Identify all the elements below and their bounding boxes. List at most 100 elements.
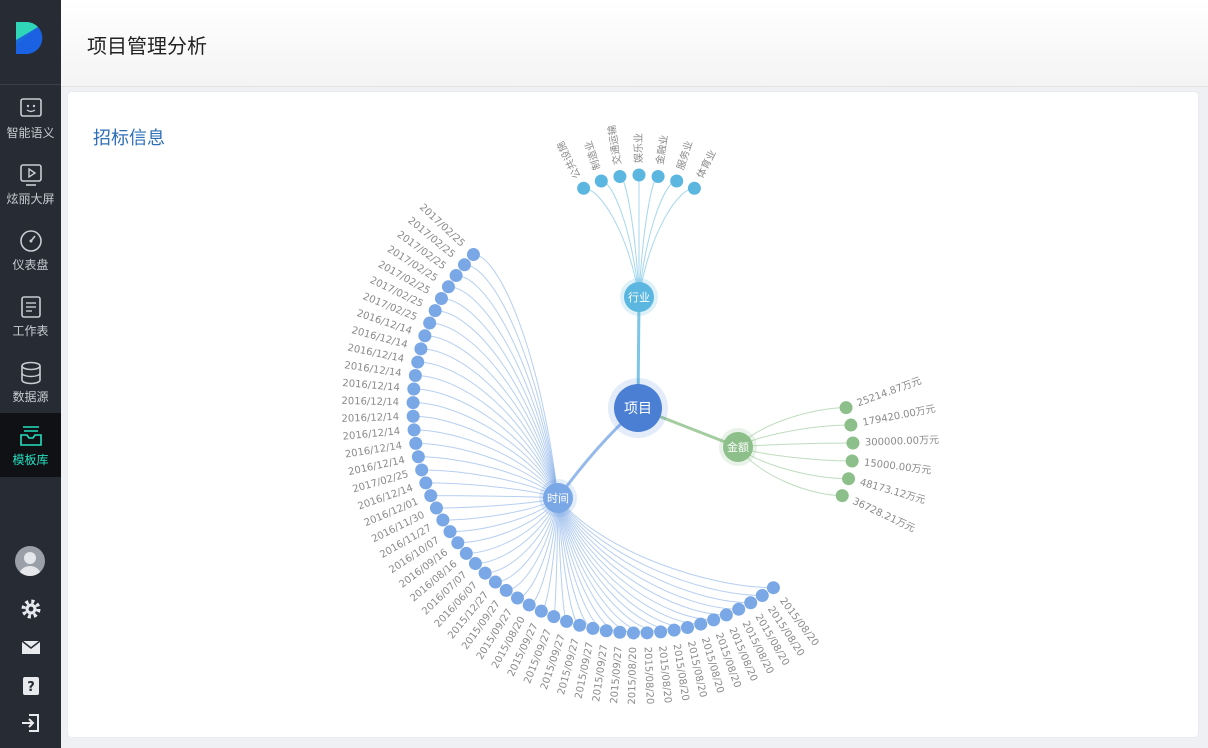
leaf-node[interactable] <box>842 472 856 486</box>
leaf-node[interactable] <box>670 174 684 188</box>
app-logo[interactable] <box>0 0 61 85</box>
leaf-node[interactable] <box>846 436 860 450</box>
leaf-node[interactable] <box>407 382 421 396</box>
leaf-node[interactable] <box>560 614 574 628</box>
leaf-node[interactable] <box>626 626 640 640</box>
leaf-node[interactable] <box>449 269 463 283</box>
leaf-link <box>448 286 559 499</box>
leaf-node[interactable] <box>744 596 758 610</box>
leaf-node[interactable] <box>640 626 654 640</box>
play-screen-icon <box>19 164 42 186</box>
leaf-node[interactable] <box>429 501 443 515</box>
sidebar-item-dashboard[interactable]: 仪表盘 <box>0 218 61 282</box>
leaf-label: 公共设施 <box>554 139 584 181</box>
leaf-node[interactable] <box>441 280 455 294</box>
leaf-node[interactable] <box>428 304 442 318</box>
avatar[interactable] <box>15 546 45 576</box>
settings-gear-icon[interactable] <box>18 596 44 622</box>
leaf-node[interactable] <box>687 181 701 195</box>
leaf-label: 体育业 <box>694 148 719 181</box>
leaf-node[interactable] <box>488 575 502 589</box>
leaf-node[interactable] <box>755 589 769 603</box>
chat-face-icon <box>19 98 42 117</box>
leaf-node[interactable] <box>434 291 448 305</box>
leaf-node[interactable] <box>409 436 423 450</box>
sidebar-item-label: 数据源 <box>12 390 49 404</box>
mail-icon[interactable] <box>18 634 44 660</box>
leaf-node[interactable] <box>406 396 420 410</box>
sidebar-item-smart-semantic[interactable]: 智能语义 <box>0 86 61 150</box>
sidebar-item-templates[interactable]: 模板库 <box>0 413 61 477</box>
leaf-node[interactable] <box>766 581 780 595</box>
branch-label: 时间 <box>547 492 569 505</box>
leaf-node[interactable] <box>423 316 437 330</box>
leaf-node[interactable] <box>466 248 480 262</box>
leaf-node[interactable] <box>599 624 613 638</box>
root-label: 项目 <box>624 401 652 417</box>
leaf-node[interactable] <box>613 170 627 184</box>
leaf-node[interactable] <box>478 566 492 580</box>
leaf-node[interactable] <box>654 625 668 639</box>
leaf-label: 娱乐业 <box>632 133 645 163</box>
leaf-node[interactable] <box>835 489 849 503</box>
leaf-node[interactable] <box>845 454 859 468</box>
leaf-label: 179420.00万元 <box>862 404 937 429</box>
leaf-node[interactable] <box>408 368 422 382</box>
leaf-node[interactable] <box>407 423 421 437</box>
leaf-node[interactable] <box>651 170 665 184</box>
leaf-node[interactable] <box>411 355 425 369</box>
svg-text:?: ? <box>27 680 35 695</box>
leaf-node[interactable] <box>406 409 420 423</box>
sidebar-item-label: 仪表盘 <box>12 258 49 272</box>
leaf-node[interactable] <box>414 342 428 356</box>
leaf-label: 2016/12/14 <box>342 378 400 394</box>
sidebar: 智能语义 炫丽大屏 仪表盘 工作表 数据源 模板库 ? <box>0 0 61 748</box>
sidebar-item-label: 模板库 <box>12 453 49 467</box>
leaf-node[interactable] <box>839 401 853 415</box>
leaf-node[interactable] <box>844 418 858 432</box>
sidebar-item-big-screen[interactable]: 炫丽大屏 <box>0 152 61 216</box>
leaf-node[interactable] <box>443 525 457 539</box>
leaf-label: 15000.00万元 <box>863 458 932 477</box>
worksheet-icon <box>20 296 41 318</box>
logout-icon[interactable] <box>18 710 44 736</box>
leaf-node[interactable] <box>707 613 721 627</box>
leaf-node[interactable] <box>586 621 600 635</box>
leaf-node[interactable] <box>719 608 733 622</box>
help-icon[interactable]: ? <box>18 673 44 699</box>
leaf-node[interactable] <box>411 450 425 464</box>
leaf-node[interactable] <box>522 598 536 612</box>
leaf-link <box>557 497 763 597</box>
leaf-label: 交通运输 <box>605 124 624 166</box>
sidebar-item-datasource[interactable]: 数据源 <box>0 350 61 414</box>
leaf-node[interactable] <box>418 329 432 343</box>
leaf-node[interactable] <box>594 174 608 188</box>
leaf-node[interactable] <box>547 610 561 624</box>
leaf-label: 2016/12/14 <box>341 412 399 425</box>
leaf-node[interactable] <box>732 602 746 616</box>
leaf-link <box>464 264 559 499</box>
leaf-node[interactable] <box>499 583 513 597</box>
leaf-node[interactable] <box>424 489 438 503</box>
leaf-node[interactable] <box>451 536 465 550</box>
leaf-node[interactable] <box>632 168 646 182</box>
leaf-label: 2015/09/27 <box>609 646 625 704</box>
leaf-node[interactable] <box>415 463 429 477</box>
radial-tree-chart[interactable]: 公共设施 制造业 交通运输 娱乐业 金融业 服务业 体育业 25214.87万元179420.… <box>68 92 1198 737</box>
page-header: 项目管理分析 <box>61 0 1208 87</box>
sidebar-item-worksheet[interactable]: 工作表 <box>0 284 61 348</box>
sidebar-item-label: 炫丽大屏 <box>6 192 55 206</box>
leaf-label: 2016/12/14 <box>341 396 399 408</box>
logo-icon <box>16 21 43 55</box>
leaf-label: 300000.00万元 <box>865 435 939 449</box>
leaf-link <box>430 495 559 499</box>
leaf-node[interactable] <box>457 258 471 272</box>
leaf-node[interactable] <box>459 546 473 560</box>
leaf-node[interactable] <box>468 557 482 571</box>
leaf-node[interactable] <box>510 591 524 605</box>
leaf-node[interactable] <box>436 513 450 527</box>
leaf-node[interactable] <box>577 181 591 195</box>
leaf-label: 2015/08/20 <box>642 647 655 705</box>
leaf-node[interactable] <box>419 476 433 490</box>
leaf-node[interactable] <box>534 604 548 618</box>
